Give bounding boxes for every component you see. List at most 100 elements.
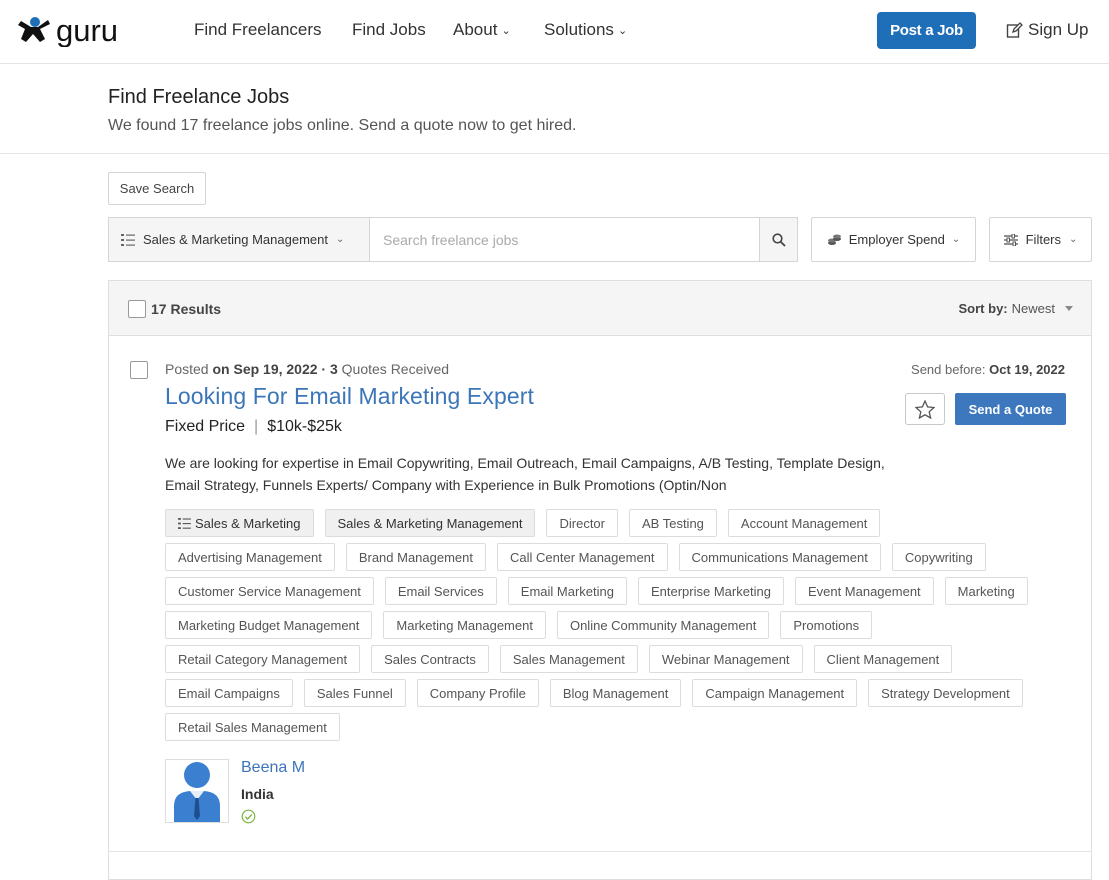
sort-label: Sort by: (958, 301, 1008, 316)
page-header: Find Freelance Jobs We found 17 freelanc… (0, 65, 1109, 154)
top-nav: guru Find Freelancers Find Jobs About ⌄ S… (0, 0, 1109, 64)
skill-tag[interactable]: Sales Contracts (371, 645, 489, 673)
save-job-button[interactable] (905, 393, 945, 425)
nav-about[interactable]: About ⌄ (453, 20, 511, 40)
tag-label: Sales Contracts (384, 651, 476, 667)
send-before-label: Send before: (911, 362, 986, 377)
skill-tag[interactable]: Sales & Marketing Management (324, 509, 536, 537)
send-before-date: Oct 19, 2022 (989, 362, 1065, 377)
skill-tag[interactable]: Online Community Management (556, 611, 770, 639)
chevron-down-icon: ⌄ (335, 234, 345, 245)
caret-down-icon (1065, 306, 1073, 311)
search-input[interactable] (369, 217, 760, 262)
skill-tag[interactable]: Account Management (727, 509, 881, 537)
logo-text: guru (56, 15, 118, 47)
skill-tag[interactable]: Marketing (944, 577, 1028, 605)
skill-tag[interactable]: Call Center Management (497, 543, 668, 571)
tag-label: AB Testing (642, 515, 704, 531)
page-title: Find Freelance Jobs (108, 86, 290, 108)
filters-dropdown[interactable]: Filters ⌄ (989, 217, 1092, 262)
tag-label: Marketing (957, 583, 1015, 599)
verified-icon (241, 809, 256, 829)
tag-label: Brand Management (358, 549, 473, 565)
skill-tag[interactable]: Client Management (813, 645, 953, 673)
job-description: We are looking for expertise in Email Co… (165, 455, 885, 493)
tag-label: Sales & Marketing Management (337, 515, 523, 531)
employer-spend-dropdown[interactable]: Employer Spend ⌄ (811, 217, 976, 262)
post-job-button[interactable]: Post a Job (877, 12, 976, 49)
tag-label: Director (559, 515, 605, 531)
tag-label: Promotions (793, 617, 860, 633)
save-search-button[interactable]: Save Search (108, 172, 206, 205)
skill-tag[interactable]: AB Testing (629, 509, 717, 537)
skill-tag[interactable]: Enterprise Marketing (637, 577, 784, 605)
employer-avatar[interactable] (165, 759, 229, 823)
nav-find-freelancers[interactable]: Find Freelancers (194, 20, 322, 40)
skill-tag[interactable]: Advertising Management (165, 543, 335, 571)
employer-spend-label: Employer Spend (848, 232, 945, 247)
star-icon (915, 399, 935, 419)
list-icon (178, 517, 191, 529)
sort-dropdown[interactable]: Sort by: Newest (959, 301, 1073, 316)
employer-name-link[interactable]: Beena M (241, 759, 305, 777)
page-subtitle: We found 17 freelance jobs online. Send … (108, 117, 577, 134)
skill-tag[interactable]: Company Profile (416, 679, 539, 707)
skill-tag[interactable]: Email Marketing (507, 577, 627, 605)
search-button[interactable] (759, 217, 798, 262)
job-select-checkbox[interactable] (130, 361, 148, 379)
skill-tag[interactable]: Event Management (794, 577, 934, 605)
search-icon (771, 232, 786, 247)
category-tag[interactable]: Sales & Marketing (165, 509, 314, 537)
tag-label: Account Management (740, 515, 868, 531)
category-select[interactable]: Sales & Marketing Management ⌄ (108, 217, 370, 262)
tag-label: Client Management (826, 651, 940, 667)
sign-up-label: Sign Up (1028, 20, 1089, 39)
skill-tag[interactable]: Brand Management (345, 543, 486, 571)
tag-label: Retail Sales Management (178, 719, 327, 735)
user-avatar-icon (174, 762, 220, 822)
skill-tag[interactable]: Sales Management (499, 645, 638, 673)
nav-find-jobs[interactable]: Find Jobs (352, 20, 426, 40)
chevron-down-icon: ⌄ (1069, 234, 1078, 245)
guru-logo[interactable]: guru (16, 14, 148, 48)
tag-label: Call Center Management (510, 549, 655, 565)
tag-label: Communications Management (691, 549, 868, 565)
skill-tag[interactable]: Promotions (780, 611, 873, 639)
skill-tag[interactable]: Webinar Management (648, 645, 803, 673)
skill-tag[interactable]: Retail Category Management (165, 645, 361, 673)
money-stack-icon (827, 234, 841, 245)
skill-tag[interactable]: Communications Management (678, 543, 881, 571)
skill-tag[interactable]: Sales Funnel (303, 679, 406, 707)
skill-tag[interactable]: Marketing Budget Management (165, 611, 373, 639)
employer-country: India (241, 786, 274, 802)
nav-solutions[interactable]: Solutions ⌄ (544, 20, 627, 40)
row-divider (109, 851, 1091, 852)
select-all-checkbox[interactable] (128, 300, 146, 318)
skill-tag[interactable]: Customer Service Management (165, 577, 374, 605)
skill-tag[interactable]: Retail Sales Management (165, 713, 340, 741)
chevron-down-icon: ⌄ (501, 24, 511, 37)
skill-tag[interactable]: Strategy Development (868, 679, 1023, 707)
tag-label: Email Services (397, 583, 484, 599)
filters-label: Filters (1025, 232, 1061, 247)
sliders-icon (1003, 233, 1018, 246)
nav-link-label: Find Freelancers (194, 20, 322, 39)
skill-tag[interactable]: Email Services (384, 577, 497, 605)
skill-tags: Sales & Marketing Sales & Marketing Manag… (165, 509, 1045, 741)
tag-label: Campaign Management (705, 685, 845, 701)
nav-link-label: Solutions (544, 20, 614, 39)
skill-tag[interactable]: Blog Management (549, 679, 682, 707)
chevron-down-icon: ⌄ (617, 24, 628, 37)
skill-tag[interactable]: Director (546, 509, 618, 537)
tag-label: Email Campaigns (178, 685, 280, 701)
skill-tag[interactable]: Copywriting (891, 543, 986, 571)
results-header: 17 Results Sort by: Newest (109, 281, 1091, 336)
send-quote-button[interactable]: Send a Quote (955, 393, 1066, 425)
job-title-link[interactable]: Looking For Email Marketing Expert (165, 383, 534, 410)
tag-label: Enterprise Marketing (650, 583, 771, 599)
sign-up-link[interactable]: Sign Up (1006, 20, 1088, 40)
skill-tag[interactable]: Marketing Management (383, 611, 546, 639)
skill-tag[interactable]: Email Campaigns (165, 679, 293, 707)
tag-label: Customer Service Management (178, 583, 361, 599)
skill-tag[interactable]: Campaign Management (692, 679, 858, 707)
